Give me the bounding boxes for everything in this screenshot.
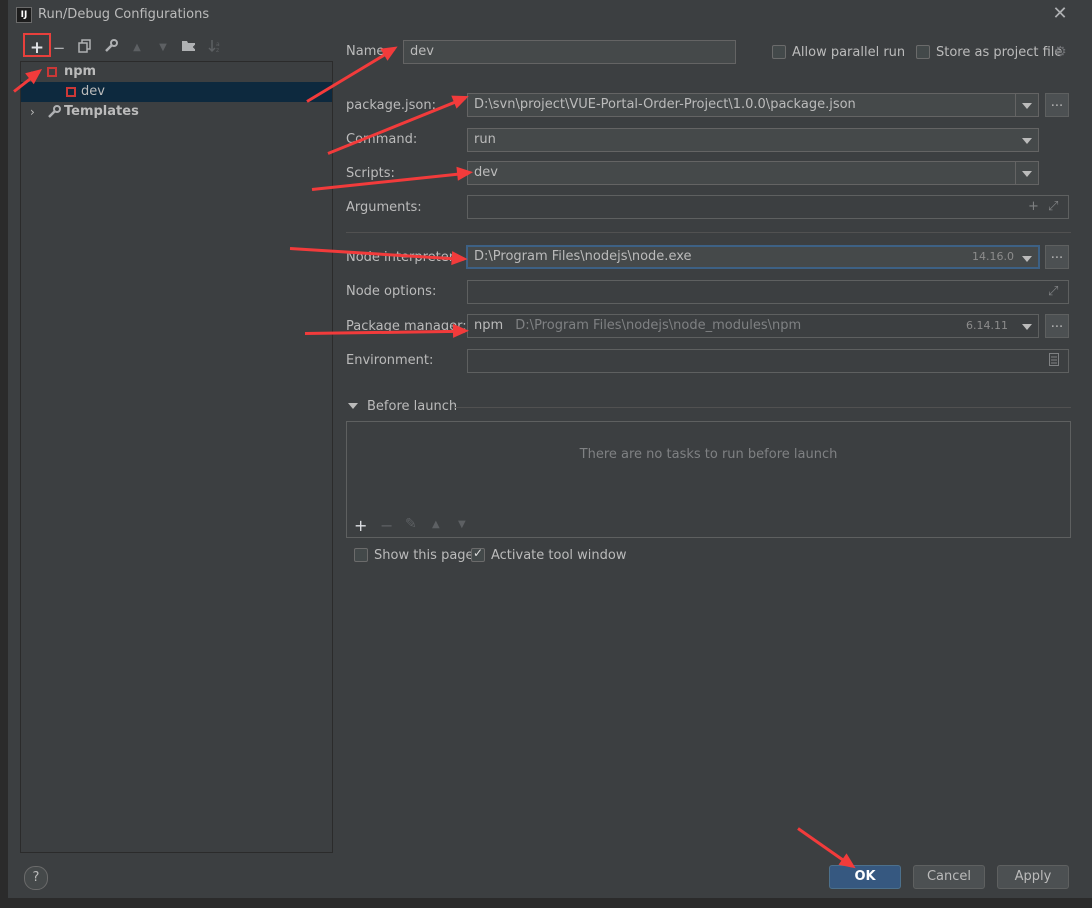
tree-item-label: Templates <box>64 104 139 119</box>
apply-button[interactable]: Apply <box>997 865 1069 889</box>
node-options-label: Node options: <box>346 284 437 299</box>
cancel-button[interactable]: Cancel <box>913 865 985 889</box>
configuration-tree: ⌄ npm dev › Templates <box>20 61 333 853</box>
npm-icon <box>47 67 57 77</box>
scripts-label: Scripts: <box>346 166 395 181</box>
command-value: run <box>474 132 496 147</box>
intellij-icon: IJ <box>16 7 32 23</box>
tree-item-dev[interactable]: dev <box>21 82 332 102</box>
add-task-button[interactable]: + <box>354 516 367 535</box>
empty-tasks-text: There are no tasks to run before launch <box>579 447 838 462</box>
copy-icon[interactable] <box>76 39 94 57</box>
move-up-button[interactable]: ▲ <box>128 39 146 57</box>
tree-item-templates[interactable]: › Templates <box>21 102 332 122</box>
node-interpreter-value: D:\Program Files\nodejs\node.exe <box>474 249 692 264</box>
package-json-dropdown[interactable]: D:\svn\project\VUE-Portal-Order-Project\… <box>467 93 1039 117</box>
browse-package-manager-button[interactable]: ... <box>1045 314 1069 338</box>
chevron-down-icon <box>1022 171 1032 177</box>
package-manager-version: 6.14.11 <box>966 319 1008 332</box>
activate-tool-label: Activate tool window <box>491 548 627 563</box>
store-project-checkbox[interactable] <box>916 45 930 59</box>
allow-parallel-label: Allow parallel run <box>792 45 906 60</box>
package-json-value: D:\svn\project\VUE-Portal-Order-Project\… <box>474 97 856 112</box>
svg-text:z: z <box>216 47 219 53</box>
chevron-right-icon[interactable]: › <box>30 102 35 122</box>
activate-tool-checkbox[interactable] <box>471 546 485 562</box>
section-separator <box>455 407 1071 408</box>
before-launch-toolbar <box>347 514 1070 537</box>
expand-icon[interactable]: ⤢ <box>1048 284 1058 299</box>
before-launch-header[interactable]: Before launch <box>367 399 457 414</box>
expand-icon[interactable]: ⤢ <box>1048 199 1058 214</box>
tree-item-npm[interactable]: ⌄ npm <box>21 62 332 82</box>
dropdown-separator <box>1015 162 1016 184</box>
tree-item-label: npm <box>64 64 97 79</box>
ok-button[interactable]: OK <box>829 865 901 889</box>
sort-icon[interactable]: az <box>206 39 224 57</box>
name-input[interactable]: dev <box>403 40 736 64</box>
chevron-down-icon <box>1022 103 1032 109</box>
gear-icon[interactable]: ⚙ <box>1054 44 1067 60</box>
npm-icon <box>66 87 76 97</box>
node-version: 14.16.0 <box>972 250 1014 263</box>
package-json-label: package.json: <box>346 98 436 113</box>
environment-label: Environment: <box>346 353 434 368</box>
command-dropdown[interactable]: run <box>467 128 1039 152</box>
edit-task-button[interactable]: ✎ <box>405 516 417 532</box>
show-page-label: Show this page <box>374 548 474 563</box>
plus-icon[interactable]: + <box>1028 199 1039 214</box>
move-task-down-button[interactable]: ▼ <box>458 519 466 530</box>
document-icon[interactable] <box>1049 353 1059 370</box>
package-manager-dropdown[interactable]: npm D:\Program Files\nodejs\node_modules… <box>467 314 1039 338</box>
background-editor-strip <box>0 0 8 908</box>
dropdown-separator <box>1015 94 1016 116</box>
environment-input[interactable] <box>467 349 1069 373</box>
window-title: Run/Debug Configurations <box>38 7 210 22</box>
package-manager-path: D:\Program Files\nodejs\node_modules\npm <box>515 318 802 333</box>
chevron-down-icon <box>1022 324 1032 330</box>
arguments-input[interactable] <box>467 195 1069 219</box>
package-manager-name: npm <box>474 318 504 333</box>
remove-configuration-button[interactable]: − <box>50 39 68 57</box>
node-interpreter-dropdown[interactable]: D:\Program Files\nodejs\node.exe 14.16.0 <box>466 245 1040 269</box>
background-status-strip <box>0 898 1092 908</box>
node-options-input[interactable] <box>467 280 1069 304</box>
scripts-value: dev <box>474 165 498 180</box>
allow-parallel-checkbox[interactable] <box>772 45 786 59</box>
wrench-icon[interactable] <box>102 39 120 57</box>
collapse-triangle-icon[interactable] <box>348 403 358 409</box>
close-icon[interactable]: ✕ <box>1051 4 1069 24</box>
chevron-down-icon <box>1022 256 1032 262</box>
show-page-checkbox[interactable] <box>354 548 368 562</box>
help-button[interactable]: ? <box>24 866 48 890</box>
arguments-label: Arguments: <box>346 200 422 215</box>
move-task-up-button[interactable]: ▲ <box>432 519 440 530</box>
tree-item-label: dev <box>81 84 105 99</box>
add-configuration-button[interactable]: + <box>28 39 46 57</box>
section-separator <box>346 232 1071 233</box>
wrench-icon <box>47 102 61 122</box>
store-project-label: Store as project file <box>936 45 1063 60</box>
scripts-dropdown[interactable]: dev <box>467 161 1039 185</box>
remove-task-button[interactable]: − <box>380 516 393 535</box>
move-down-button[interactable]: ▼ <box>154 39 172 57</box>
browse-node-button[interactable]: ... <box>1045 245 1069 269</box>
chevron-down-icon <box>1022 138 1032 144</box>
folder-add-icon[interactable] <box>180 39 198 57</box>
browse-package-json-button[interactable]: ... <box>1045 93 1069 117</box>
